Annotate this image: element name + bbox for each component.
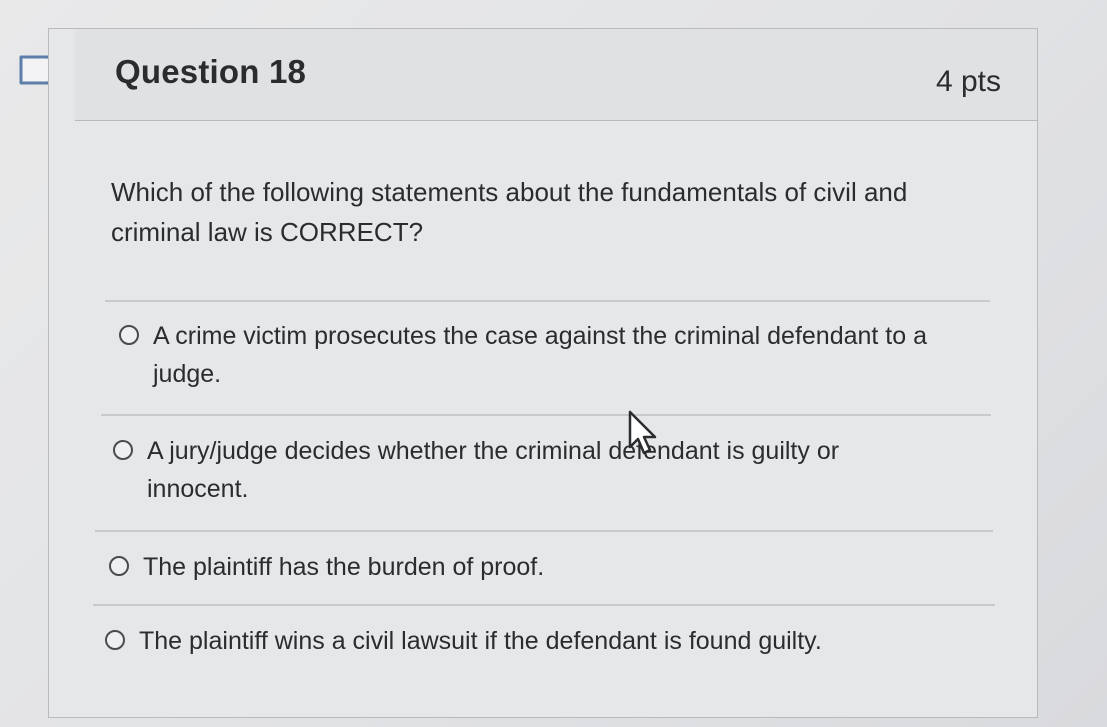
radio-button[interactable] xyxy=(105,630,125,650)
radio-button[interactable] xyxy=(109,556,129,576)
answer-option-1[interactable]: A crime victim prosecutes the case again… xyxy=(119,317,979,393)
question-text: Which of the following statements about … xyxy=(111,177,908,247)
answer-divider xyxy=(101,414,991,416)
radio-button[interactable] xyxy=(119,325,139,345)
answer-label: A crime victim prosecutes the case again… xyxy=(153,322,927,388)
mouse-pointer-icon xyxy=(628,410,657,455)
answer-label: The plaintiff wins a civil lawsuit if th… xyxy=(139,627,822,655)
answer-divider xyxy=(93,604,995,606)
answer-divider xyxy=(105,300,990,302)
question-card: Question 18 4 pts Which of the following… xyxy=(48,28,1038,718)
radio-button[interactable] xyxy=(113,440,133,460)
question-header: Question 18 4 pts xyxy=(75,29,1037,121)
question-title: Question 18 xyxy=(115,53,307,90)
question-body: Which of the following statements about … xyxy=(49,122,1037,717)
answer-option-4[interactable]: The plaintiff wins a civil lawsuit if th… xyxy=(105,622,985,660)
answer-option-2[interactable]: A jury/judge decides whether the crimina… xyxy=(113,432,913,508)
answer-label: The plaintiff has the burden of proof. xyxy=(143,553,545,581)
answer-option-3[interactable]: The plaintiff has the burden of proof. xyxy=(109,548,969,586)
answer-label: A jury/judge decides whether the crimina… xyxy=(147,437,840,503)
answer-divider xyxy=(95,530,993,532)
question-points: 4 pts xyxy=(935,65,1001,98)
